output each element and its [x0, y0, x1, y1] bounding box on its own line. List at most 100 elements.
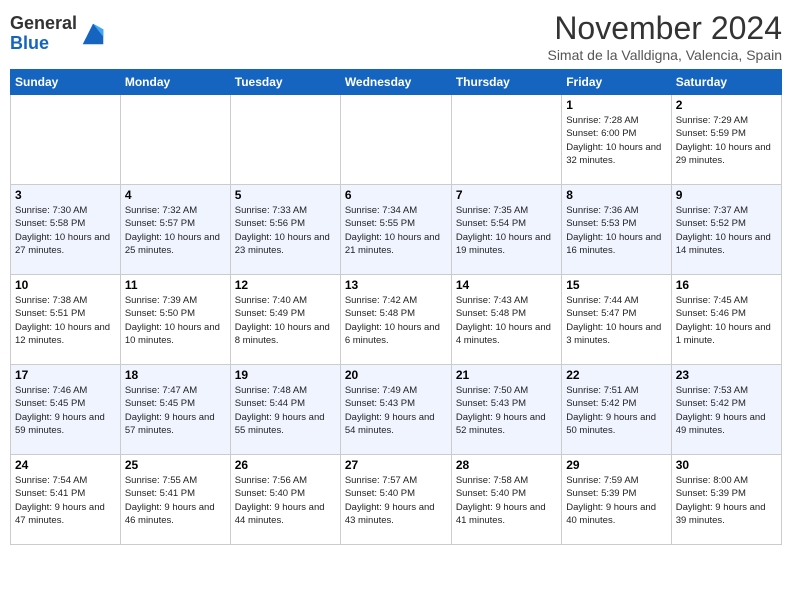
calendar-cell: 6Sunrise: 7:34 AM Sunset: 5:55 PM Daylig…: [340, 185, 451, 275]
title-block: November 2024 Simat de la Valldigna, Val…: [547, 10, 782, 63]
calendar-cell: [120, 95, 230, 185]
day-info: Sunrise: 7:54 AM Sunset: 5:41 PM Dayligh…: [15, 474, 116, 527]
calendar-cell: 5 Sunrise: 7:33 AM Sunset: 5:56 PM Daylig…: [230, 185, 340, 275]
day-number: 7: [456, 188, 557, 202]
day-info: Sunrise: 8:00 AM Sunset: 5:39 PM Dayligh…: [676, 474, 777, 527]
day-info: Sunrise: 7:43 AM Sunset: 5:48 PM Dayligh…: [456, 294, 557, 347]
logo-icon: [79, 20, 107, 48]
calendar-table: SundayMondayTuesdayWednesdayThursdayFrid…: [10, 69, 782, 545]
day-number: 12: [235, 278, 336, 292]
day-info: Sunrise: 7:37 AM Sunset: 5:52 PM Dayligh…: [676, 204, 777, 257]
calendar-week-3: 10Sunrise: 7:38 AM Sunset: 5:51 PM Dayli…: [11, 275, 782, 365]
day-info: Sunrise: 7:55 AM Sunset: 5:41 PM Dayligh…: [125, 474, 226, 527]
day-info: Sunrise: 7:39 AM Sunset: 5:50 PM Dayligh…: [125, 294, 226, 347]
day-number: 8: [566, 188, 666, 202]
day-info: Sunrise: 7:47 AM Sunset: 5:45 PM Dayligh…: [125, 384, 226, 437]
day-number: 20: [345, 368, 447, 382]
calendar-cell: 26Sunrise: 7:56 AM Sunset: 5:40 PM Dayli…: [230, 455, 340, 545]
day-info: Sunrise: 7:50 AM Sunset: 5:43 PM Dayligh…: [456, 384, 557, 437]
calendar-week-1: 1 Sunrise: 7:28 AM Sunset: 6:00 PM Daylig…: [11, 95, 782, 185]
calendar-cell: 12 Sunrise: 7:40 AM Sunset: 5:49 PM Dayli…: [230, 275, 340, 365]
calendar-cell: 21 Sunrise: 7:50 AM Sunset: 5:43 PM Dayli…: [451, 365, 561, 455]
calendar-cell: 29Sunrise: 7:59 AM Sunset: 5:39 PM Dayli…: [562, 455, 671, 545]
day-number: 29: [566, 458, 666, 472]
day-number: 28: [456, 458, 557, 472]
calendar-cell: [340, 95, 451, 185]
day-info: Sunrise: 7:35 AM Sunset: 5:54 PM Dayligh…: [456, 204, 557, 257]
day-number: 3: [15, 188, 116, 202]
day-number: 2: [676, 98, 777, 112]
weekday-header-sunday: Sunday: [11, 70, 121, 95]
day-number: 5: [235, 188, 336, 202]
calendar-cell: 13Sunrise: 7:42 AM Sunset: 5:48 PM Dayli…: [340, 275, 451, 365]
day-info: Sunrise: 7:49 AM Sunset: 5:43 PM Dayligh…: [345, 384, 447, 437]
day-info: Sunrise: 7:58 AM Sunset: 5:40 PM Dayligh…: [456, 474, 557, 527]
day-info: Sunrise: 7:48 AM Sunset: 5:44 PM Dayligh…: [235, 384, 336, 437]
day-number: 21: [456, 368, 557, 382]
calendar-cell: 25 Sunrise: 7:55 AM Sunset: 5:41 PM Dayli…: [120, 455, 230, 545]
day-number: 4: [125, 188, 226, 202]
calendar-cell: 9Sunrise: 7:37 AM Sunset: 5:52 PM Daylig…: [671, 185, 781, 275]
day-info: Sunrise: 7:46 AM Sunset: 5:45 PM Dayligh…: [15, 384, 116, 437]
calendar-cell: 22 Sunrise: 7:51 AM Sunset: 5:42 PM Dayli…: [562, 365, 671, 455]
day-number: 27: [345, 458, 447, 472]
day-number: 25: [125, 458, 226, 472]
calendar-cell: 19 Sunrise: 7:48 AM Sunset: 5:44 PM Dayli…: [230, 365, 340, 455]
day-number: 17: [15, 368, 116, 382]
month-title: November 2024: [547, 10, 782, 47]
day-number: 15: [566, 278, 666, 292]
day-info: Sunrise: 7:56 AM Sunset: 5:40 PM Dayligh…: [235, 474, 336, 527]
day-number: 22: [566, 368, 666, 382]
calendar-week-4: 17 Sunrise: 7:46 AM Sunset: 5:45 PM Dayli…: [11, 365, 782, 455]
calendar-header-row: SundayMondayTuesdayWednesdayThursdayFrid…: [11, 70, 782, 95]
calendar-cell: 10Sunrise: 7:38 AM Sunset: 5:51 PM Dayli…: [11, 275, 121, 365]
calendar-cell: 23 Sunrise: 7:53 AM Sunset: 5:42 PM Dayli…: [671, 365, 781, 455]
day-info: Sunrise: 7:34 AM Sunset: 5:55 PM Dayligh…: [345, 204, 447, 257]
calendar-cell: 27 Sunrise: 7:57 AM Sunset: 5:40 PM Dayli…: [340, 455, 451, 545]
calendar-cell: 28 Sunrise: 7:58 AM Sunset: 5:40 PM Dayli…: [451, 455, 561, 545]
day-info: Sunrise: 7:33 AM Sunset: 5:56 PM Dayligh…: [235, 204, 336, 257]
weekday-header-thursday: Thursday: [451, 70, 561, 95]
calendar-cell: 1 Sunrise: 7:28 AM Sunset: 6:00 PM Daylig…: [562, 95, 671, 185]
calendar-cell: 3 Sunrise: 7:30 AM Sunset: 5:58 PM Daylig…: [11, 185, 121, 275]
calendar-cell: 2 Sunrise: 7:29 AM Sunset: 5:59 PM Daylig…: [671, 95, 781, 185]
logo-general: General: [10, 13, 77, 33]
calendar-cell: 18Sunrise: 7:47 AM Sunset: 5:45 PM Dayli…: [120, 365, 230, 455]
day-number: 13: [345, 278, 447, 292]
calendar-cell: [11, 95, 121, 185]
day-number: 23: [676, 368, 777, 382]
day-info: Sunrise: 7:30 AM Sunset: 5:58 PM Dayligh…: [15, 204, 116, 257]
calendar-week-5: 24 Sunrise: 7:54 AM Sunset: 5:41 PM Dayli…: [11, 455, 782, 545]
day-number: 14: [456, 278, 557, 292]
calendar-cell: [230, 95, 340, 185]
day-info: Sunrise: 7:32 AM Sunset: 5:57 PM Dayligh…: [125, 204, 226, 257]
calendar-cell: 30 Sunrise: 8:00 AM Sunset: 5:39 PM Dayli…: [671, 455, 781, 545]
day-number: 1: [566, 98, 666, 112]
day-info: Sunrise: 7:28 AM Sunset: 6:00 PM Dayligh…: [566, 114, 666, 167]
calendar-cell: 15 Sunrise: 7:44 AM Sunset: 5:47 PM Dayli…: [562, 275, 671, 365]
day-info: Sunrise: 7:57 AM Sunset: 5:40 PM Dayligh…: [345, 474, 447, 527]
day-number: 30: [676, 458, 777, 472]
calendar-cell: 17 Sunrise: 7:46 AM Sunset: 5:45 PM Dayli…: [11, 365, 121, 455]
weekday-header-friday: Friday: [562, 70, 671, 95]
day-info: Sunrise: 7:51 AM Sunset: 5:42 PM Dayligh…: [566, 384, 666, 437]
day-number: 11: [125, 278, 226, 292]
day-number: 16: [676, 278, 777, 292]
day-info: Sunrise: 7:40 AM Sunset: 5:49 PM Dayligh…: [235, 294, 336, 347]
calendar-cell: 11 Sunrise: 7:39 AM Sunset: 5:50 PM Dayli…: [120, 275, 230, 365]
calendar-cell: 14 Sunrise: 7:43 AM Sunset: 5:48 PM Dayli…: [451, 275, 561, 365]
weekday-header-wednesday: Wednesday: [340, 70, 451, 95]
location: Simat de la Valldigna, Valencia, Spain: [547, 47, 782, 63]
day-info: Sunrise: 7:29 AM Sunset: 5:59 PM Dayligh…: [676, 114, 777, 167]
day-number: 19: [235, 368, 336, 382]
calendar-cell: 20 Sunrise: 7:49 AM Sunset: 5:43 PM Dayli…: [340, 365, 451, 455]
day-number: 10: [15, 278, 116, 292]
calendar-body: 1 Sunrise: 7:28 AM Sunset: 6:00 PM Daylig…: [11, 95, 782, 545]
day-info: Sunrise: 7:44 AM Sunset: 5:47 PM Dayligh…: [566, 294, 666, 347]
logo-blue: Blue: [10, 33, 49, 53]
day-info: Sunrise: 7:53 AM Sunset: 5:42 PM Dayligh…: [676, 384, 777, 437]
calendar-cell: 7 Sunrise: 7:35 AM Sunset: 5:54 PM Daylig…: [451, 185, 561, 275]
day-number: 24: [15, 458, 116, 472]
calendar-cell: [451, 95, 561, 185]
calendar-cell: 16Sunrise: 7:45 AM Sunset: 5:46 PM Dayli…: [671, 275, 781, 365]
